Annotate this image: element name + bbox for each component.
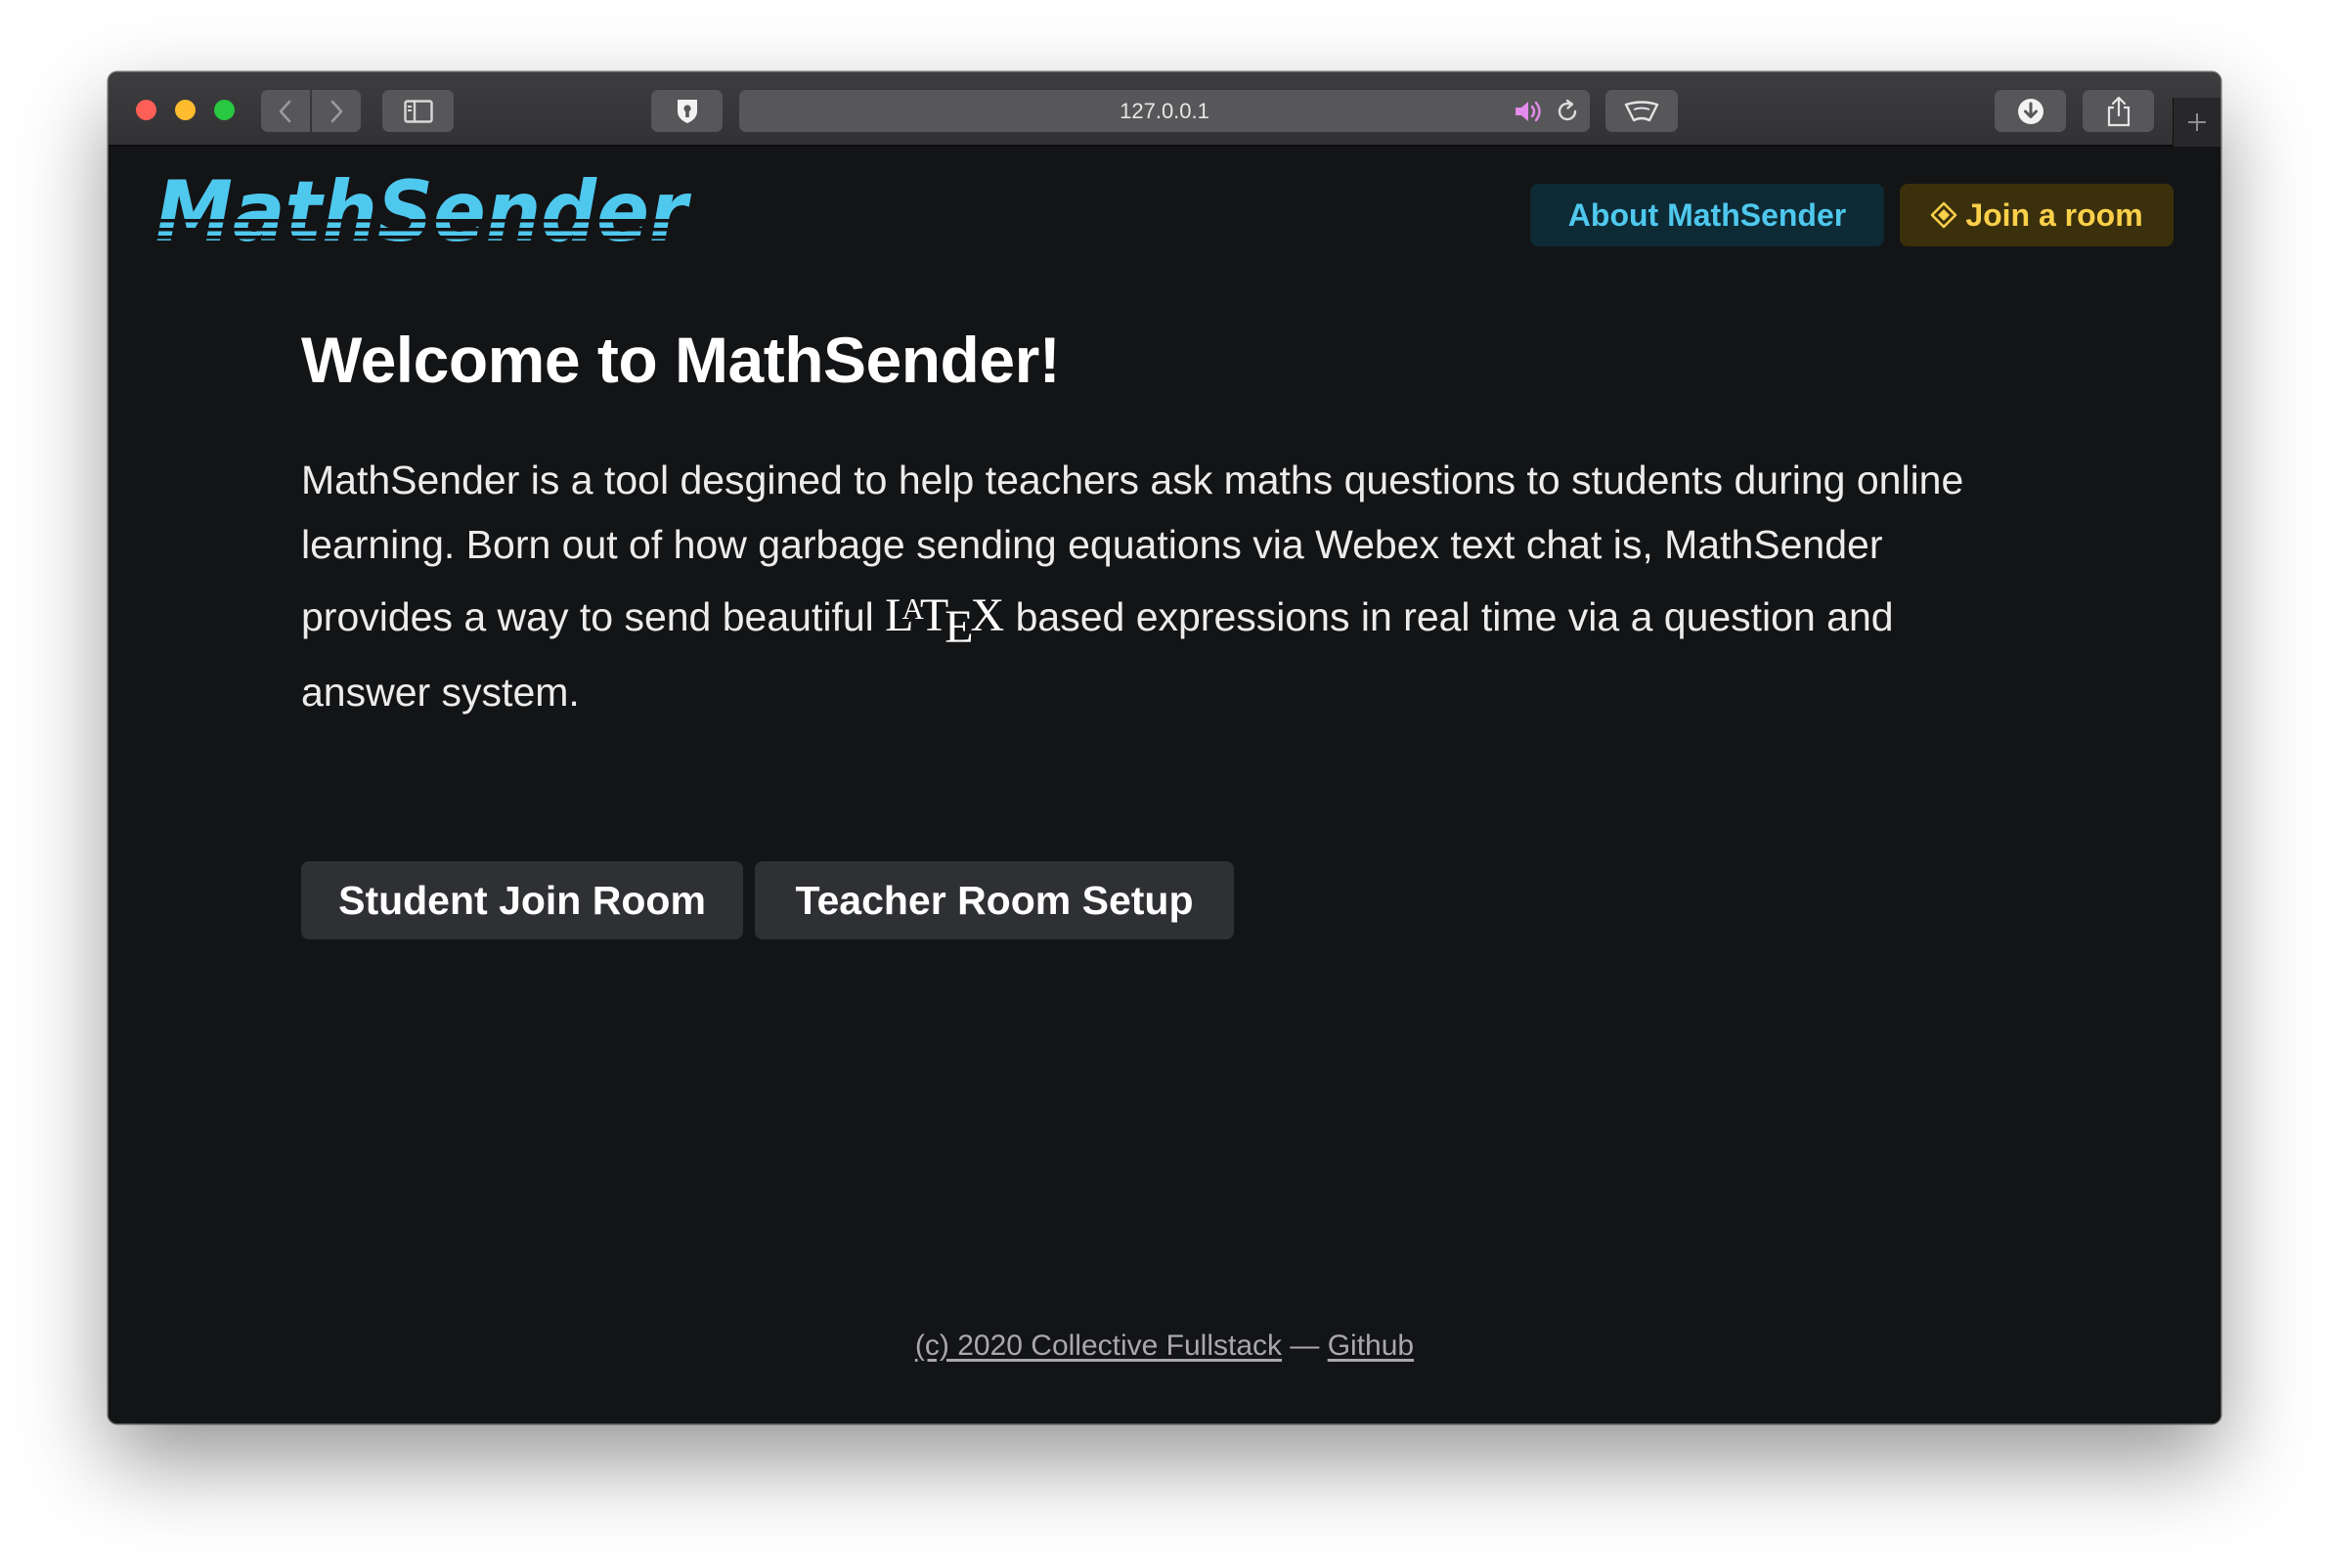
reload-icon[interactable]	[1555, 99, 1580, 124]
minimize-window-button[interactable]	[175, 100, 196, 120]
chevron-left-icon	[279, 100, 291, 122]
teacher-room-setup-button[interactable]: Teacher Room Setup	[755, 861, 1234, 939]
page-title: Welcome to MathSender!	[301, 324, 1061, 396]
speaker-icon[interactable]	[1514, 99, 1547, 124]
browser-toolbar: 127.0.0.1	[109, 72, 2220, 147]
sidebar-toggle-button[interactable]	[382, 90, 454, 132]
chevron-right-icon	[330, 100, 343, 122]
reader-extension-button[interactable]	[1605, 90, 1678, 132]
sidebar-icon	[403, 99, 433, 123]
welcome-section: Welcome to MathSender! MathSender is a t…	[301, 323, 2042, 724]
zoom-window-button[interactable]	[214, 100, 235, 120]
footer: (c) 2020 Collective Fullstack — Github	[109, 1329, 2220, 1363]
share-icon	[2107, 96, 2130, 126]
about-mathsender-button[interactable]: About MathSender	[1530, 184, 1884, 246]
join-room-button[interactable]: Join a room	[1900, 184, 2174, 246]
github-link[interactable]: Github	[1328, 1329, 1414, 1362]
address-bar[interactable]: 127.0.0.1	[739, 90, 1590, 132]
join-room-label: Join a room	[1965, 197, 2143, 233]
page-content: MathSender About MathSender Join a room …	[109, 147, 2220, 1423]
password-extension-button[interactable]	[651, 90, 723, 132]
diamond-icon	[1931, 201, 1957, 229]
new-tab-button[interactable]	[2173, 98, 2220, 147]
latex-logo: LATEX	[885, 589, 1005, 653]
mathsender-logo[interactable]: MathSender	[155, 163, 703, 261]
forward-button[interactable]	[312, 90, 361, 132]
copyright-link[interactable]: (c) 2020 Collective Fullstack	[915, 1329, 1282, 1362]
downloads-button[interactable]	[1995, 90, 2066, 132]
intro-paragraph: MathSender is a tool desgined to help te…	[301, 448, 2022, 724]
logo-wordmark: MathSender	[155, 163, 691, 261]
download-icon	[2017, 98, 2043, 124]
footer-separator: —	[1282, 1329, 1328, 1362]
share-button[interactable]	[2083, 90, 2154, 132]
url-text: 127.0.0.1	[1120, 99, 1209, 123]
reader-icon	[1624, 100, 1659, 121]
browser-window: 127.0.0.1 MathSender About MathSender Jo…	[109, 72, 2220, 1423]
plus-icon	[2188, 113, 2206, 131]
close-window-button[interactable]	[136, 100, 156, 120]
student-join-room-button[interactable]: Student Join Room	[301, 861, 743, 939]
back-button[interactable]	[261, 90, 310, 132]
shield-icon	[677, 99, 697, 123]
logo-text: MathSender	[155, 164, 691, 252]
